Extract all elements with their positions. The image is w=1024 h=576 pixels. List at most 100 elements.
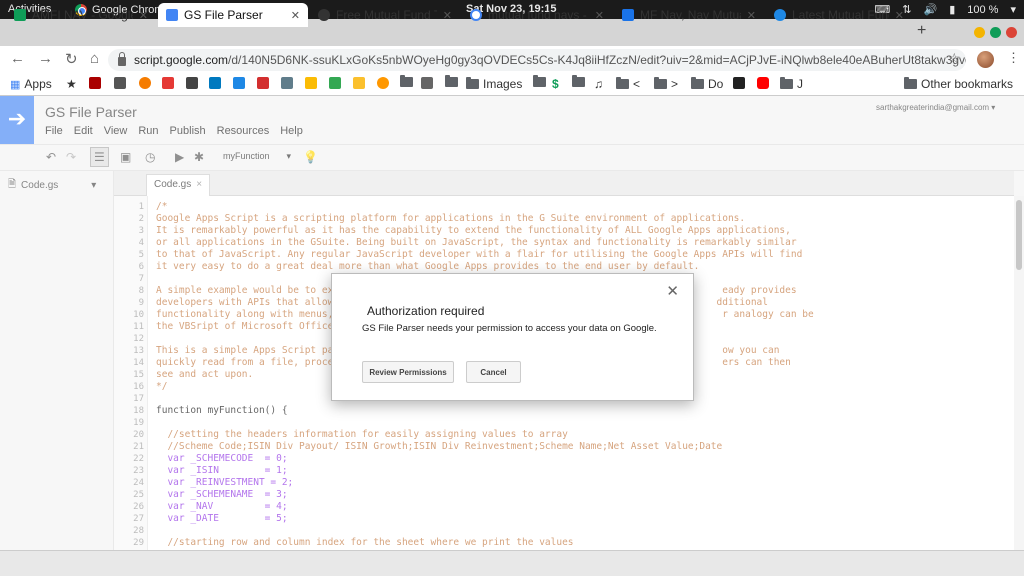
close-icon[interactable]: ✕: [139, 9, 148, 22]
bookmark-favicon-icon: [281, 77, 293, 89]
browser-tab-active[interactable]: GS File Parser ✕: [158, 3, 308, 27]
close-icon[interactable]: ✕: [895, 9, 904, 22]
drive-icon: [329, 77, 341, 89]
bookmark-item[interactable]: [757, 77, 769, 89]
bookmark-folder[interactable]: J: [780, 77, 803, 91]
bookmark-item[interactable]: [421, 77, 433, 89]
browser-tab[interactable]: Free Mutual Fund Ti ✕: [310, 3, 460, 27]
folder-icon: [691, 77, 704, 89]
bookmark-item[interactable]: [209, 77, 221, 89]
bookmark-item[interactable]: [186, 77, 198, 89]
bookmark-favicon-icon: [257, 77, 269, 89]
bookmark-folder-images[interactable]: Images: [466, 77, 522, 91]
analytics-icon: [305, 77, 317, 89]
bookmark-folder[interactable]: [445, 75, 458, 87]
bookmark-folder[interactable]: Do: [691, 77, 723, 91]
bookmark-item[interactable]: [257, 77, 269, 89]
profile-avatar[interactable]: [977, 51, 994, 68]
close-icon[interactable]: ✕: [443, 9, 452, 22]
browser-tab[interactable]: AMFI NAV - Google S ✕: [6, 3, 156, 27]
bookmark-item[interactable]: [114, 77, 126, 89]
bookmark-folder[interactable]: [572, 75, 585, 87]
address-bar[interactable]: script.google.com/d/140N5D6NK-ssuKLxGoKs…: [108, 49, 966, 71]
folder-icon: [533, 75, 546, 87]
bookmark-label: J: [797, 77, 803, 91]
bookmark-folder[interactable]: >: [654, 77, 678, 91]
bookmark-favicon-icon: [353, 77, 365, 89]
bookmark-favicon-icon: [733, 77, 745, 89]
close-icon[interactable]: ✕: [595, 9, 604, 22]
folder-icon: [466, 77, 479, 89]
bookmark-star[interactable]: ★: [66, 77, 77, 91]
close-window-button[interactable]: [1006, 27, 1017, 38]
heart-icon: [233, 77, 245, 89]
bookmark-favicon-icon: [89, 77, 101, 89]
office-icon: [162, 77, 174, 89]
browser-tab[interactable]: MF Nav, Nav Mutual ✕: [614, 3, 764, 27]
blogger-icon: [139, 77, 151, 89]
bookmark-folder[interactable]: [400, 75, 413, 87]
status-bar: [0, 550, 1024, 576]
volume-icon: 🔊: [923, 4, 938, 16]
site-favicon-icon: [774, 9, 786, 21]
close-icon[interactable]: ✕: [747, 9, 756, 22]
browser-tab[interactable]: mutual fund navs - ( ✕: [462, 3, 612, 27]
sun-icon: [377, 77, 389, 89]
tab-title: Free Mutual Fund Ti: [336, 8, 437, 22]
site-favicon-icon: [622, 9, 634, 21]
bookmark-item[interactable]: [139, 77, 151, 89]
bookmark-star-icon[interactable]: ☆: [948, 50, 961, 67]
bookmark-item[interactable]: [89, 77, 101, 89]
bookmark-item[interactable]: [377, 77, 389, 89]
forward-arrow-icon[interactable]: →: [38, 50, 53, 67]
url-path: /d/140N5D6NK-ssuKLxGoKs5nbWOyeHg0gy3qOVD…: [228, 53, 966, 67]
bookmark-favicon-icon: [114, 77, 126, 89]
back-arrow-icon[interactable]: ←: [10, 50, 25, 67]
bookmark-folder[interactable]: [533, 75, 546, 87]
folder-icon: [904, 77, 917, 89]
folder-icon: [400, 75, 413, 87]
bookmark-item[interactable]: [353, 77, 365, 89]
chevron-down-icon: ▾: [1010, 4, 1016, 16]
bookmark-item[interactable]: ♫: [594, 77, 603, 91]
bookmark-item[interactable]: [281, 77, 293, 89]
sheets-favicon-icon: [14, 9, 26, 21]
new-tab-button[interactable]: +: [917, 22, 926, 40]
star-icon: ★: [66, 77, 77, 91]
bookmarks-bar: ▦ Apps ★ Images $ ♫ < > Do J Other bookm…: [0, 74, 1024, 96]
menu-kebab-icon[interactable]: ⋮: [1007, 50, 1020, 66]
tab-title: AMFI NAV - Google S: [32, 8, 133, 22]
bookmark-item[interactable]: [305, 77, 317, 89]
apps-grid-icon: ▦: [10, 78, 21, 91]
bookmark-item[interactable]: [233, 77, 245, 89]
reload-icon[interactable]: ↻: [65, 50, 78, 68]
folder-icon: [780, 77, 793, 89]
bookmark-apps[interactable]: ▦ Apps: [10, 77, 52, 91]
bookmark-label: Other bookmarks: [921, 77, 1014, 91]
review-permissions-button[interactable]: Review Permissions: [362, 361, 454, 383]
close-icon[interactable]: ✕: [291, 9, 300, 22]
bookmark-item[interactable]: [329, 77, 341, 89]
dollar-icon: $: [552, 77, 559, 91]
bookmark-folder[interactable]: <: [616, 77, 640, 91]
bookmark-item[interactable]: [733, 77, 745, 89]
trello-icon: [209, 77, 221, 89]
laptop-icon: [421, 77, 433, 89]
browser-tab[interactable]: Latest Mutual Fund ✕: [766, 3, 912, 27]
battery-level: 100 %: [967, 3, 999, 16]
bookmark-label: Images: [483, 77, 523, 91]
bookmark-other[interactable]: Other bookmarks: [904, 77, 1013, 91]
bookmark-item[interactable]: [162, 77, 174, 89]
close-icon[interactable]: ✕: [666, 282, 679, 300]
cancel-button[interactable]: Cancel: [466, 361, 521, 383]
dialog-message: GS File Parser needs your permission to …: [362, 323, 657, 334]
dialog-title: Authorization required: [367, 304, 485, 318]
bookmark-favicon-icon: [186, 77, 198, 89]
google-favicon-icon: [470, 9, 482, 21]
bookmark-label: Apps: [24, 77, 52, 91]
minimize-button[interactable]: [974, 27, 985, 38]
url-host: script.google.com: [134, 53, 229, 67]
bookmark-item[interactable]: $: [552, 77, 559, 91]
home-icon[interactable]: ⌂: [90, 50, 99, 67]
maximize-button[interactable]: [990, 27, 1001, 38]
